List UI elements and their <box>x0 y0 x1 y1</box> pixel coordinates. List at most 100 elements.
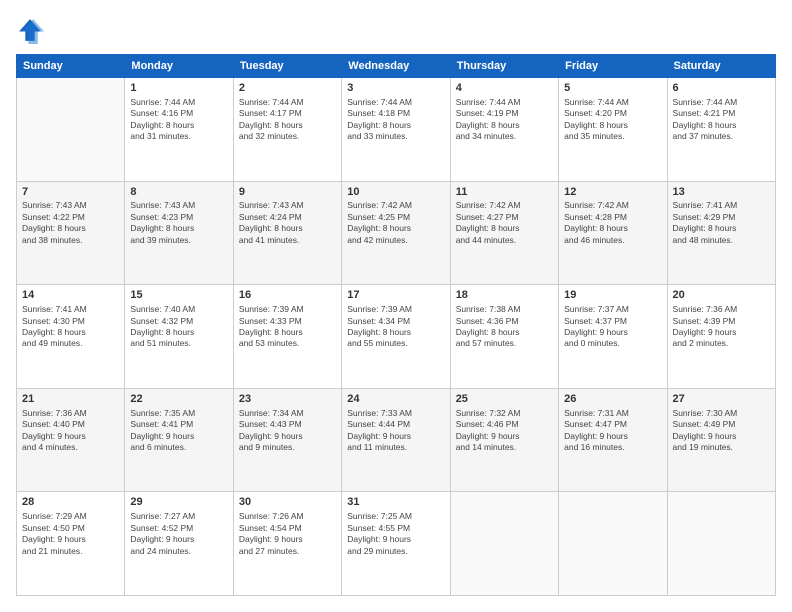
calendar-week-row: 28Sunrise: 7:29 AM Sunset: 4:50 PM Dayli… <box>17 492 776 596</box>
calendar-day-cell: 24Sunrise: 7:33 AM Sunset: 4:44 PM Dayli… <box>342 388 450 492</box>
day-info: Sunrise: 7:43 AM Sunset: 4:22 PM Dayligh… <box>22 200 119 246</box>
day-number: 21 <box>22 392 119 407</box>
day-number: 15 <box>130 288 227 303</box>
weekday-header-cell: Tuesday <box>233 55 341 78</box>
day-number: 8 <box>130 185 227 200</box>
day-info: Sunrise: 7:40 AM Sunset: 4:32 PM Dayligh… <box>130 304 227 350</box>
logo <box>16 16 48 44</box>
day-number: 31 <box>347 495 444 510</box>
weekday-header-cell: Friday <box>559 55 667 78</box>
calendar-day-cell: 14Sunrise: 7:41 AM Sunset: 4:30 PM Dayli… <box>17 285 125 389</box>
day-number: 3 <box>347 81 444 96</box>
day-info: Sunrise: 7:39 AM Sunset: 4:33 PM Dayligh… <box>239 304 336 350</box>
header <box>16 16 776 44</box>
calendar-day-cell <box>17 78 125 182</box>
day-info: Sunrise: 7:39 AM Sunset: 4:34 PM Dayligh… <box>347 304 444 350</box>
calendar-day-cell: 16Sunrise: 7:39 AM Sunset: 4:33 PM Dayli… <box>233 285 341 389</box>
calendar-day-cell <box>667 492 775 596</box>
day-info: Sunrise: 7:38 AM Sunset: 4:36 PM Dayligh… <box>456 304 553 350</box>
day-info: Sunrise: 7:41 AM Sunset: 4:30 PM Dayligh… <box>22 304 119 350</box>
day-number: 30 <box>239 495 336 510</box>
day-number: 9 <box>239 185 336 200</box>
day-info: Sunrise: 7:36 AM Sunset: 4:39 PM Dayligh… <box>673 304 770 350</box>
day-number: 22 <box>130 392 227 407</box>
day-number: 6 <box>673 81 770 96</box>
calendar-day-cell: 6Sunrise: 7:44 AM Sunset: 4:21 PM Daylig… <box>667 78 775 182</box>
day-number: 4 <box>456 81 553 96</box>
day-number: 25 <box>456 392 553 407</box>
calendar-day-cell: 21Sunrise: 7:36 AM Sunset: 4:40 PM Dayli… <box>17 388 125 492</box>
day-info: Sunrise: 7:33 AM Sunset: 4:44 PM Dayligh… <box>347 408 444 454</box>
day-info: Sunrise: 7:37 AM Sunset: 4:37 PM Dayligh… <box>564 304 661 350</box>
calendar-day-cell: 4Sunrise: 7:44 AM Sunset: 4:19 PM Daylig… <box>450 78 558 182</box>
weekday-header-cell: Monday <box>125 55 233 78</box>
calendar-day-cell <box>559 492 667 596</box>
day-number: 13 <box>673 185 770 200</box>
day-number: 28 <box>22 495 119 510</box>
weekday-header-cell: Wednesday <box>342 55 450 78</box>
weekday-header-row: SundayMondayTuesdayWednesdayThursdayFrid… <box>17 55 776 78</box>
calendar-day-cell: 17Sunrise: 7:39 AM Sunset: 4:34 PM Dayli… <box>342 285 450 389</box>
calendar-day-cell: 27Sunrise: 7:30 AM Sunset: 4:49 PM Dayli… <box>667 388 775 492</box>
day-number: 20 <box>673 288 770 303</box>
calendar-day-cell: 8Sunrise: 7:43 AM Sunset: 4:23 PM Daylig… <box>125 181 233 285</box>
day-info: Sunrise: 7:32 AM Sunset: 4:46 PM Dayligh… <box>456 408 553 454</box>
day-number: 1 <box>130 81 227 96</box>
day-info: Sunrise: 7:27 AM Sunset: 4:52 PM Dayligh… <box>130 511 227 557</box>
calendar-week-row: 14Sunrise: 7:41 AM Sunset: 4:30 PM Dayli… <box>17 285 776 389</box>
calendar-day-cell: 7Sunrise: 7:43 AM Sunset: 4:22 PM Daylig… <box>17 181 125 285</box>
day-info: Sunrise: 7:43 AM Sunset: 4:24 PM Dayligh… <box>239 200 336 246</box>
day-number: 11 <box>456 185 553 200</box>
calendar-day-cell: 13Sunrise: 7:41 AM Sunset: 4:29 PM Dayli… <box>667 181 775 285</box>
day-info: Sunrise: 7:44 AM Sunset: 4:19 PM Dayligh… <box>456 97 553 143</box>
weekday-header-cell: Thursday <box>450 55 558 78</box>
day-info: Sunrise: 7:29 AM Sunset: 4:50 PM Dayligh… <box>22 511 119 557</box>
calendar-day-cell: 28Sunrise: 7:29 AM Sunset: 4:50 PM Dayli… <box>17 492 125 596</box>
day-number: 27 <box>673 392 770 407</box>
day-number: 7 <box>22 185 119 200</box>
calendar-day-cell: 11Sunrise: 7:42 AM Sunset: 4:27 PM Dayli… <box>450 181 558 285</box>
calendar-page: SundayMondayTuesdayWednesdayThursdayFrid… <box>0 0 792 612</box>
day-info: Sunrise: 7:41 AM Sunset: 4:29 PM Dayligh… <box>673 200 770 246</box>
calendar-day-cell: 22Sunrise: 7:35 AM Sunset: 4:41 PM Dayli… <box>125 388 233 492</box>
day-number: 17 <box>347 288 444 303</box>
day-info: Sunrise: 7:34 AM Sunset: 4:43 PM Dayligh… <box>239 408 336 454</box>
calendar-day-cell: 9Sunrise: 7:43 AM Sunset: 4:24 PM Daylig… <box>233 181 341 285</box>
day-info: Sunrise: 7:44 AM Sunset: 4:16 PM Dayligh… <box>130 97 227 143</box>
calendar-day-cell: 31Sunrise: 7:25 AM Sunset: 4:55 PM Dayli… <box>342 492 450 596</box>
calendar-day-cell: 12Sunrise: 7:42 AM Sunset: 4:28 PM Dayli… <box>559 181 667 285</box>
day-info: Sunrise: 7:44 AM Sunset: 4:17 PM Dayligh… <box>239 97 336 143</box>
day-info: Sunrise: 7:30 AM Sunset: 4:49 PM Dayligh… <box>673 408 770 454</box>
calendar-day-cell: 3Sunrise: 7:44 AM Sunset: 4:18 PM Daylig… <box>342 78 450 182</box>
calendar-day-cell: 25Sunrise: 7:32 AM Sunset: 4:46 PM Dayli… <box>450 388 558 492</box>
day-number: 18 <box>456 288 553 303</box>
weekday-header-cell: Sunday <box>17 55 125 78</box>
day-number: 19 <box>564 288 661 303</box>
logo-icon <box>16 16 44 44</box>
day-number: 29 <box>130 495 227 510</box>
day-info: Sunrise: 7:26 AM Sunset: 4:54 PM Dayligh… <box>239 511 336 557</box>
day-number: 12 <box>564 185 661 200</box>
day-info: Sunrise: 7:43 AM Sunset: 4:23 PM Dayligh… <box>130 200 227 246</box>
day-info: Sunrise: 7:31 AM Sunset: 4:47 PM Dayligh… <box>564 408 661 454</box>
calendar-day-cell: 26Sunrise: 7:31 AM Sunset: 4:47 PM Dayli… <box>559 388 667 492</box>
day-info: Sunrise: 7:42 AM Sunset: 4:27 PM Dayligh… <box>456 200 553 246</box>
calendar-table: SundayMondayTuesdayWednesdayThursdayFrid… <box>16 54 776 596</box>
calendar-day-cell: 19Sunrise: 7:37 AM Sunset: 4:37 PM Dayli… <box>559 285 667 389</box>
day-info: Sunrise: 7:42 AM Sunset: 4:25 PM Dayligh… <box>347 200 444 246</box>
calendar-week-row: 1Sunrise: 7:44 AM Sunset: 4:16 PM Daylig… <box>17 78 776 182</box>
calendar-day-cell: 29Sunrise: 7:27 AM Sunset: 4:52 PM Dayli… <box>125 492 233 596</box>
calendar-day-cell: 5Sunrise: 7:44 AM Sunset: 4:20 PM Daylig… <box>559 78 667 182</box>
calendar-day-cell <box>450 492 558 596</box>
day-number: 14 <box>22 288 119 303</box>
day-number: 10 <box>347 185 444 200</box>
calendar-day-cell: 18Sunrise: 7:38 AM Sunset: 4:36 PM Dayli… <box>450 285 558 389</box>
calendar-day-cell: 15Sunrise: 7:40 AM Sunset: 4:32 PM Dayli… <box>125 285 233 389</box>
calendar-day-cell: 1Sunrise: 7:44 AM Sunset: 4:16 PM Daylig… <box>125 78 233 182</box>
day-info: Sunrise: 7:25 AM Sunset: 4:55 PM Dayligh… <box>347 511 444 557</box>
calendar-week-row: 21Sunrise: 7:36 AM Sunset: 4:40 PM Dayli… <box>17 388 776 492</box>
day-info: Sunrise: 7:36 AM Sunset: 4:40 PM Dayligh… <box>22 408 119 454</box>
day-number: 24 <box>347 392 444 407</box>
day-info: Sunrise: 7:44 AM Sunset: 4:18 PM Dayligh… <box>347 97 444 143</box>
calendar-week-row: 7Sunrise: 7:43 AM Sunset: 4:22 PM Daylig… <box>17 181 776 285</box>
